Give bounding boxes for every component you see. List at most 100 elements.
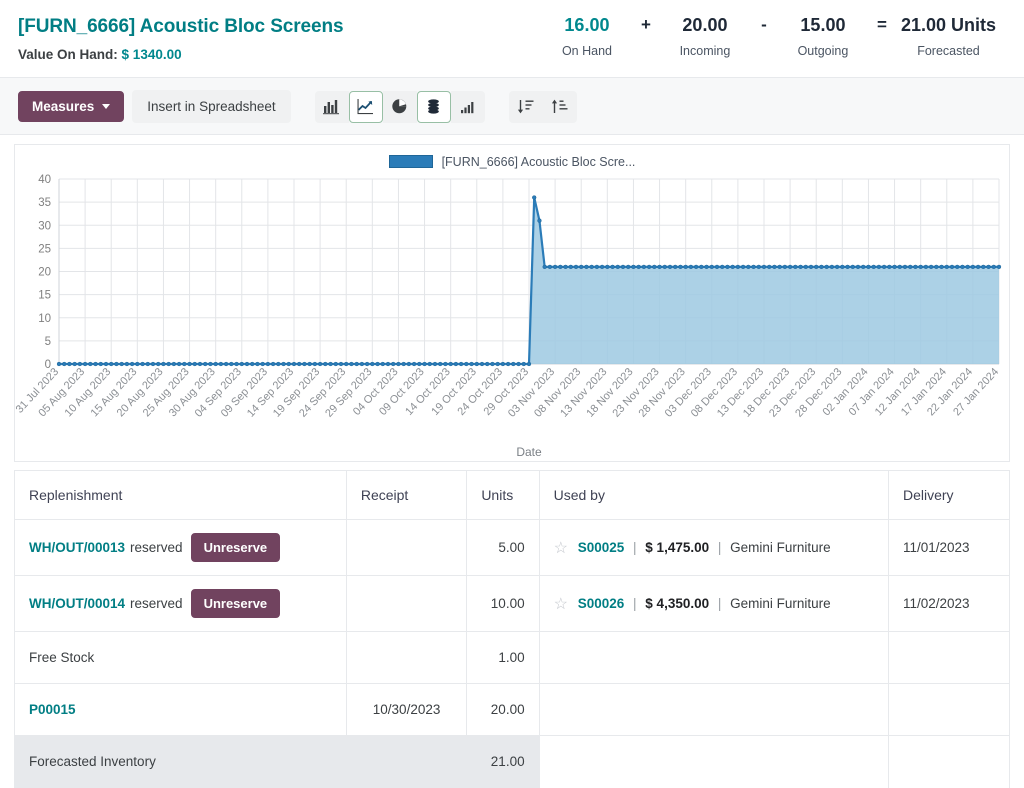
favorite-star-icon[interactable]: ☆	[554, 594, 568, 614]
cell-used-by: ☆ S00026 | $ 4,350.00 | Gemini Furniture	[539, 576, 888, 632]
bar-chart-icon-button[interactable]	[315, 91, 349, 123]
stat-forecasted-label: Forecasted	[901, 44, 996, 58]
legend-color-swatch	[389, 155, 433, 168]
sort-ascending-icon	[551, 98, 569, 115]
chart-type-group	[315, 91, 485, 123]
separator: |	[633, 540, 637, 555]
svg-text:20: 20	[38, 267, 51, 279]
forecasted-inventory-label: Forecasted Inventory	[15, 736, 346, 788]
stat-incoming-value: 20.00	[665, 14, 745, 37]
forecasted-inventory-row: Forecasted Inventory 21.00	[15, 736, 1009, 788]
ascending-bars-icon	[459, 98, 476, 115]
stat-outgoing-value: 15.00	[783, 14, 863, 37]
svg-text:5: 5	[45, 336, 51, 348]
stat-on-hand: 16.00 On Hand	[541, 14, 633, 58]
sort-descending-icon-button[interactable]	[509, 91, 543, 123]
replenishment-link[interactable]: WH/OUT/00014	[29, 596, 125, 611]
unreserve-button[interactable]: Unreserve	[191, 589, 281, 618]
sort-descending-icon	[517, 98, 535, 115]
cell-units: 1.00	[467, 632, 539, 684]
forecasted-inventory-used-by	[539, 736, 888, 788]
stat-incoming: 20.00 Incoming	[659, 14, 751, 58]
replenishment-status: reserved	[130, 540, 183, 555]
cell-used-by: ☆ S00025 | $ 1,475.00 | Gemini Furniture	[539, 520, 888, 576]
chart-toolbar: Measures Insert in Spreadsheet	[0, 78, 1024, 135]
page-title: [FURN_6666] Acoustic Bloc Screens	[18, 16, 448, 39]
cell-delivery	[888, 684, 1009, 736]
page-header: [FURN_6666] Acoustic Bloc Screens Value …	[0, 0, 1024, 78]
cell-used-by	[539, 632, 888, 684]
column-header-used-by: Used by	[539, 471, 888, 520]
order-amount: $ 4,350.00	[645, 596, 709, 611]
stat-outgoing: 15.00 Outgoing	[777, 14, 869, 58]
table-row: WH/OUT/00013 reserved Unreserve 5.00 ☆ S…	[15, 520, 1009, 576]
separator: |	[633, 596, 637, 611]
measures-label: Measures	[32, 99, 94, 114]
cell-delivery: 11/02/2023	[888, 576, 1009, 632]
svg-text:15: 15	[38, 290, 51, 302]
table-row: WH/OUT/00014 reserved Unreserve 10.00 ☆ …	[15, 576, 1009, 632]
value-on-hand: Value On Hand: $ 1340.00	[18, 47, 448, 62]
pie-chart-icon-button[interactable]	[383, 91, 417, 123]
partner-name: Gemini Furniture	[730, 596, 831, 611]
operator-minus: -	[751, 14, 777, 37]
cell-units: 10.00	[467, 576, 539, 632]
favorite-star-icon[interactable]: ☆	[554, 538, 568, 558]
svg-text:35: 35	[38, 197, 51, 209]
stat-incoming-label: Incoming	[665, 44, 745, 58]
measures-dropdown-button[interactable]: Measures	[18, 91, 124, 122]
chart-legend[interactable]: [FURN_6666] Acoustic Bloc Scre...	[15, 145, 1009, 169]
separator: |	[718, 540, 722, 555]
line-chart-icon-button[interactable]	[349, 91, 383, 123]
cell-used-by	[539, 684, 888, 736]
cell-replenishment: P00015	[15, 684, 346, 736]
stat-forecasted: 21.00 Units Forecasted	[895, 14, 1002, 58]
pie-chart-icon	[391, 98, 408, 115]
stat-forecasted-value: 21.00 Units	[901, 14, 996, 37]
forecasted-inventory-receipt	[346, 736, 466, 788]
sort-ascending-icon-button[interactable]	[543, 91, 577, 123]
forecast-area-chart: 051015202530354031 Jul 202305 Aug 202310…	[15, 169, 1007, 459]
sales-order-link[interactable]: S00025	[578, 540, 625, 555]
cell-delivery	[888, 632, 1009, 684]
table-header-row: Replenishment Receipt Units Used by Deli…	[15, 471, 1009, 520]
ascending-bars-icon-button[interactable]	[451, 91, 485, 123]
stacked-database-icon-button[interactable]	[417, 91, 451, 123]
forecasted-inventory-units: 21.00	[467, 736, 539, 788]
value-on-hand-label: Value On Hand:	[18, 47, 118, 62]
table-row: P00015 10/30/2023 20.00	[15, 684, 1009, 736]
stacked-database-icon	[425, 98, 442, 115]
unreserve-button[interactable]: Unreserve	[191, 533, 281, 562]
replenishment-table: Replenishment Receipt Units Used by Deli…	[15, 471, 1009, 788]
forecast-chart-card: [FURN_6666] Acoustic Bloc Scre... 051015…	[14, 144, 1010, 462]
value-on-hand-amount: $ 1340.00	[122, 47, 182, 62]
cell-replenishment: WH/OUT/00014 reserved Unreserve	[15, 576, 346, 632]
svg-text:25: 25	[38, 243, 51, 255]
cell-units: 5.00	[467, 520, 539, 576]
purchase-order-link[interactable]: P00015	[29, 702, 76, 717]
line-chart-icon	[357, 98, 374, 115]
bar-chart-icon	[323, 98, 340, 115]
cell-replenishment: WH/OUT/00013 reserved Unreserve	[15, 520, 346, 576]
column-header-units: Units	[467, 471, 539, 520]
replenishment-status: reserved	[130, 596, 183, 611]
forecasted-inventory-delivery	[888, 736, 1009, 788]
replenishment-link[interactable]: WH/OUT/00013	[29, 540, 125, 555]
svg-text:40: 40	[38, 174, 51, 186]
sort-group	[509, 91, 577, 123]
column-header-replenishment: Replenishment	[15, 471, 346, 520]
cell-units: 20.00	[467, 684, 539, 736]
cell-receipt	[346, 632, 466, 684]
svg-text:10: 10	[38, 313, 51, 325]
stat-outgoing-label: Outgoing	[783, 44, 863, 58]
column-header-delivery: Delivery	[888, 471, 1009, 520]
svg-text:30: 30	[38, 220, 51, 232]
column-header-receipt: Receipt	[346, 471, 466, 520]
operator-plus: +	[633, 14, 659, 37]
insert-in-spreadsheet-button[interactable]: Insert in Spreadsheet	[132, 90, 290, 123]
sales-order-link[interactable]: S00026	[578, 596, 625, 611]
partner-name: Gemini Furniture	[730, 540, 831, 555]
cell-receipt	[346, 520, 466, 576]
operator-equals: =	[869, 14, 895, 37]
header-left: [FURN_6666] Acoustic Bloc Screens Value …	[18, 14, 448, 62]
